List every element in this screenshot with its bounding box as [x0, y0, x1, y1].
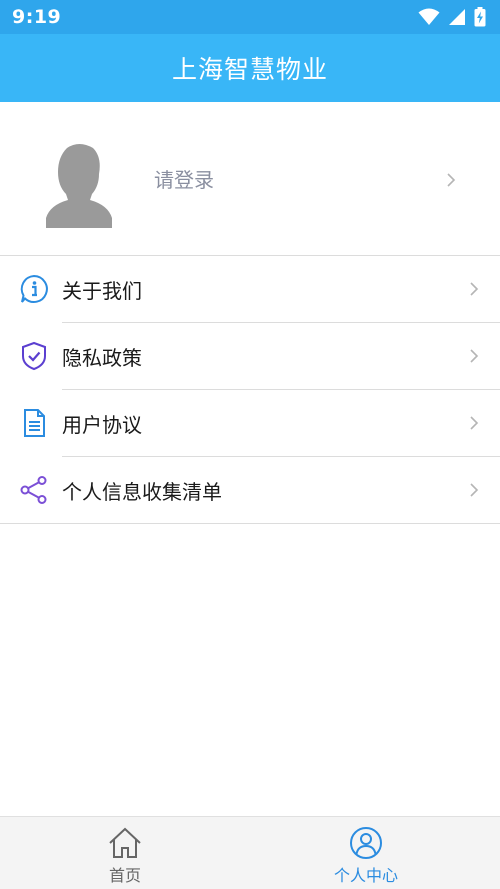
menu-item-privacy-policy[interactable]: 隐私政策	[0, 323, 500, 389]
tab-label: 首页	[108, 866, 141, 885]
bottom-nav: 首页 个人中心	[0, 816, 500, 889]
chevron-right-icon	[470, 416, 479, 430]
status-bar: 9:19	[0, 0, 500, 34]
document-icon	[24, 409, 45, 437]
battery-charging-icon	[474, 7, 486, 27]
tab-profile[interactable]: 个人中心	[241, 817, 491, 889]
menu-item-user-agreement[interactable]: 用户协议	[0, 390, 500, 456]
menu-item-personal-info-list[interactable]: 个人信息收集清单	[0, 457, 500, 523]
menu-label: 用户协议	[62, 413, 142, 437]
info-icon	[20, 274, 48, 303]
menu-label: 个人信息收集清单	[62, 480, 222, 504]
shield-check-icon	[22, 341, 46, 371]
tab-label: 个人中心	[333, 866, 398, 885]
wifi-icon	[418, 8, 440, 25]
page-title: 上海智慧物业	[171, 55, 328, 84]
chevron-right-icon	[447, 173, 456, 187]
default-avatar-icon	[46, 144, 112, 228]
share-icon	[20, 476, 47, 504]
menu-item-about-us[interactable]: 关于我们	[0, 256, 500, 322]
chevron-right-icon	[470, 282, 479, 296]
tab-home[interactable]: 首页	[0, 817, 250, 889]
signal-icon	[449, 9, 465, 25]
chevron-right-icon	[470, 349, 479, 363]
login-label: 请登录	[154, 168, 214, 192]
menu-label: 关于我们	[62, 279, 142, 303]
status-time: 9:19	[12, 6, 62, 28]
app-bar: 上海智慧物业	[0, 34, 500, 102]
status-icons	[418, 7, 486, 27]
user-icon	[350, 827, 382, 859]
menu-label: 隐私政策	[62, 346, 142, 370]
divider	[0, 523, 500, 524]
login-row[interactable]: 请登录	[0, 102, 500, 255]
home-icon	[109, 827, 141, 858]
chevron-right-icon	[470, 483, 479, 497]
